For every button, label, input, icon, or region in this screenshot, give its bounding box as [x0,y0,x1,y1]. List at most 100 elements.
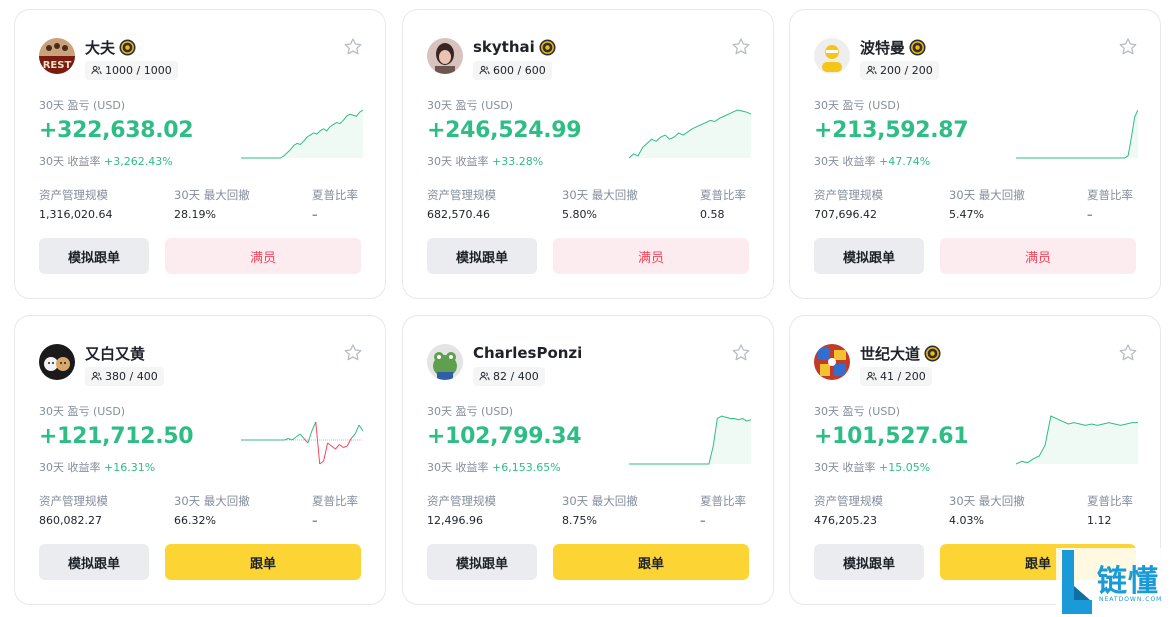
sparkline-segment [358,424,363,432]
pnl-value: +121,712.50 [39,424,194,449]
trader-card[interactable]: CharlesPonzi 82 / 400 30天 盈亏 (USD) +102,… [402,315,774,605]
full-button[interactable]: 满员 [940,238,1136,274]
sparkline-segment [343,445,348,448]
roi: 30天 收益率 +16.31% [39,461,156,474]
favorite-star-icon[interactable] [731,343,751,363]
sparkline-segment [319,460,324,465]
aum-label: 资产管理规模 [427,494,496,508]
trader-name[interactable]: skythai [473,38,535,56]
sparkline-segment [299,433,305,439]
pnl-label: 30天 盈亏 (USD) [39,405,126,418]
simulate-button[interactable]: 模拟跟单 [814,238,924,274]
mdd-label: 30天 最大回撤 [562,188,638,202]
aum-value: 707,696.42 [814,208,877,221]
aum-value: 1,316,020.64 [39,208,113,221]
trader-name[interactable]: 世纪大道 [860,343,920,364]
sharpe-value: – [312,514,318,527]
sparkline-segment [291,436,297,441]
trader-name[interactable]: 波特曼 [860,37,905,58]
followers-count: 82 / 400 [473,367,545,386]
sharpe-value: 0.58 [700,208,725,221]
pnl-label: 30天 盈亏 (USD) [427,405,514,418]
pnl-value: +322,638.02 [39,118,194,143]
simulate-button[interactable]: 模拟跟单 [427,544,537,580]
avatar[interactable] [39,344,75,380]
roi: 30天 收益率 +47.74% [814,155,931,168]
simulate-button[interactable]: 模拟跟单 [39,238,149,274]
simulate-button[interactable]: 模拟跟单 [39,544,149,580]
aum-value: 476,205.23 [814,514,877,527]
trader-card[interactable]: 波特曼 200 / 200 30天 盈亏 (USD) +213,592.87 3… [789,9,1161,299]
trader-name[interactable]: CharlesPonzi [473,344,582,362]
favorite-star-icon[interactable] [731,37,751,57]
avatar[interactable] [427,344,463,380]
avatar[interactable]: REST [39,38,75,74]
pnl-sparkline [629,109,751,159]
simulate-button[interactable]: 模拟跟单 [427,238,537,274]
simulate-button[interactable]: 模拟跟单 [814,544,924,580]
pnl-sparkline [1016,109,1138,159]
followers-count: 200 / 200 [860,61,939,80]
sparkline-segment [295,433,301,438]
pnl-label: 30天 盈亏 (USD) [39,99,126,112]
sparkline-line [1016,109,1138,159]
trader-card[interactable]: skythai 600 / 600 30天 盈亏 (USD) +246,524.… [402,9,774,299]
sharpe-label: 夏普比率 [312,188,358,202]
sparkline-segment [288,438,293,441]
mdd-label: 30天 最大回撤 [562,494,638,508]
favorite-star-icon[interactable] [343,37,363,57]
verified-badge-icon [909,38,926,56]
full-button[interactable]: 满员 [165,238,361,274]
trader-name[interactable]: 又白又黄 [85,343,145,364]
pnl-label: 30天 盈亏 (USD) [814,405,901,418]
mdd-value: 4.03% [949,514,984,527]
roi-value: +16.31% [104,461,156,474]
trader-card[interactable]: REST 大夫 1000 / 1000 30天 盈亏 (USD) +322,63… [14,9,386,299]
roi-value: +6,153.65% [492,461,561,474]
roi: 30天 收益率 +6,153.65% [427,461,561,474]
aum-label: 资产管理规模 [39,188,108,202]
roi: 30天 收益率 +15.05% [814,461,931,474]
watermark-text: 链懂 [1097,564,1159,599]
sparkline-segment [315,421,321,465]
sparkline-segment [303,438,309,444]
verified-badge-icon [119,38,136,56]
trader-grid: REST 大夫 1000 / 1000 30天 盈亏 (USD) +322,63… [14,9,1162,607]
aum-label: 资产管理规模 [814,188,883,202]
mdd-value: 8.75% [562,514,597,527]
mdd-label: 30天 最大回撤 [174,494,250,508]
follow-button[interactable]: 跟单 [165,544,361,580]
mdd-value: 66.32% [174,514,216,527]
watermark-subtext: NEATDOWN.COM [1099,596,1163,603]
trader-name[interactable]: 大夫 [85,37,115,58]
follow-button[interactable]: 跟单 [553,544,749,580]
sharpe-label: 夏普比率 [1087,188,1133,202]
mdd-label: 30天 最大回撤 [174,188,250,202]
sparkline-segment [327,442,332,447]
pnl-value: +101,527.61 [814,424,969,449]
roi-value: +15.05% [879,461,931,474]
avatar[interactable] [814,38,850,74]
full-button[interactable]: 满员 [553,238,749,274]
sparkline-segment [331,445,336,450]
mdd-value: 28.19% [174,208,216,221]
aum-value: 860,082.27 [39,514,102,527]
favorite-star-icon[interactable] [1118,343,1138,363]
roi: 30天 收益率 +3,262.43% [39,155,173,168]
followers-count: 1000 / 1000 [85,61,178,80]
mdd-value: 5.80% [562,208,597,221]
sparkline-segment [335,444,340,450]
trader-card[interactable]: 又白又黄 380 / 400 30天 盈亏 (USD) +121,712.50 … [14,315,386,605]
avatar[interactable] [427,38,463,74]
followers-count: 380 / 400 [85,367,164,386]
users-icon [479,65,490,75]
avatar[interactable] [814,344,850,380]
pnl-label: 30天 盈亏 (USD) [427,99,514,112]
sharpe-value: – [1087,208,1093,221]
roi: 30天 收益率 +33.28% [427,155,544,168]
sharpe-label: 夏普比率 [700,494,746,508]
sparkline-area [629,416,751,464]
favorite-star-icon[interactable] [1118,37,1138,57]
favorite-star-icon[interactable] [343,343,363,363]
followers-count: 600 / 600 [473,61,552,80]
